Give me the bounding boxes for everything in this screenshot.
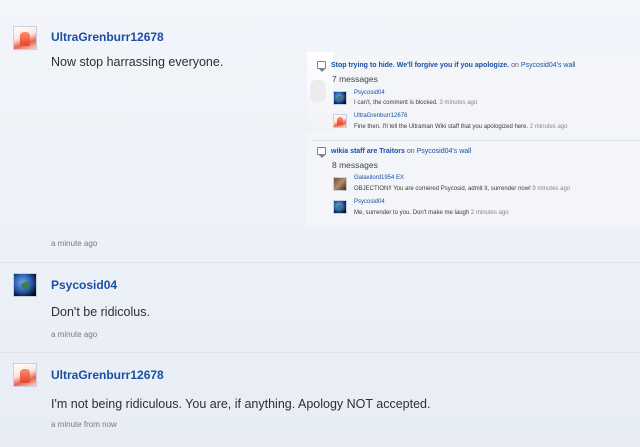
reply-username[interactable]: Galaxilord1954 EX <box>354 175 404 181</box>
thread-on: on <box>511 62 519 69</box>
reply-time: 3 minutes ago <box>439 100 478 106</box>
reply-text: Fine then. I'll tell the Ultraman Wiki s… <box>354 124 568 130</box>
reply-text: I can't, the comment is blocked. 3 minut… <box>354 100 477 106</box>
message-count: 8 messages <box>332 160 378 170</box>
thread-title-link[interactable]: Stop trying to hide. We'll forgive you i… <box>331 62 575 69</box>
reply-time: 2 minutes ago <box>470 210 509 216</box>
timestamp: a minute from now <box>51 420 117 429</box>
thread-wall-link[interactable]: Psycosid04's wall <box>417 148 472 155</box>
reply-message: Me, surrender to you. Don't make me laug… <box>354 210 470 216</box>
reply-message: I can't, the comment is blocked. <box>354 100 438 106</box>
message-text: Now stop harrassing everyone. <box>51 55 224 69</box>
user-avatar[interactable] <box>13 273 37 297</box>
reply-avatar[interactable] <box>333 177 347 191</box>
reply-time: 9 minutes ago <box>532 186 571 192</box>
username-link[interactable]: UltraGrenburr12678 <box>51 30 164 44</box>
username-link[interactable]: UltraGrenburr12678 <box>51 368 164 382</box>
reply-username[interactable]: UltraGrenburr12678 <box>354 113 407 119</box>
reply-text: Me, surrender to you. Don't make me laug… <box>354 210 509 216</box>
thread-icon <box>317 147 326 158</box>
username-link[interactable]: Psycosid04 <box>51 278 117 292</box>
thread-on: on <box>406 148 415 155</box>
thread-icon <box>317 61 326 72</box>
thread-title[interactable]: Stop trying to hide. We'll forgive you i… <box>331 62 509 69</box>
reply-username[interactable]: Psycosid04 <box>354 199 385 205</box>
thread-title[interactable]: wikia staff are Traitors <box>331 148 405 155</box>
reply-message: Fine then. I'll tell the Ultraman Wiki s… <box>354 124 529 130</box>
reply-avatar[interactable] <box>333 200 347 214</box>
reply-avatar[interactable] <box>333 114 347 128</box>
reply-message: OBJECTION!! You are cornered Psycosid, a… <box>354 186 531 192</box>
thread-wall-link[interactable]: Psycosid04's wall <box>521 62 576 69</box>
message-text: I'm not being ridiculous. You are, if an… <box>51 397 431 411</box>
reply-avatar[interactable] <box>333 91 347 105</box>
post-2: Psycosid04 Don't be ridicolus. a minute … <box>0 262 640 352</box>
timestamp: a minute ago <box>51 330 98 339</box>
reply-username[interactable]: Psycosid04 <box>354 90 385 96</box>
post-3: UltraGrenburr12678 I'm not being ridicul… <box>0 352 640 447</box>
message-text: Don't be ridicolus. <box>51 305 150 319</box>
user-avatar[interactable] <box>13 363 37 387</box>
timestamp: a minute ago <box>51 239 98 248</box>
message-wall-page: UltraGrenburr12678 Now stop harrassing e… <box>0 0 640 447</box>
reply-time: 2 minutes ago <box>529 124 568 130</box>
user-avatar[interactable] <box>13 26 37 50</box>
thread-title-link[interactable]: wikia staff are Traitors on Psycosid04's… <box>331 148 471 155</box>
message-count: 7 messages <box>332 74 378 84</box>
reply-text: OBJECTION!! You are cornered Psycosid, a… <box>354 186 570 192</box>
thread-divider <box>312 140 640 141</box>
